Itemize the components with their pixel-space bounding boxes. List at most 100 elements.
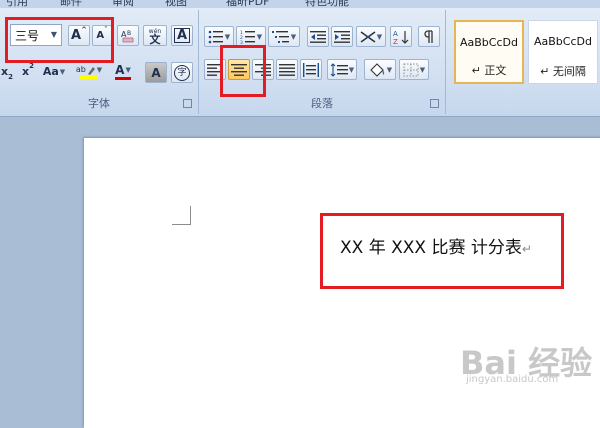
subscript-label: x <box>1 65 9 78</box>
ribbon: 引用 邮件 审阅 视图 福昕PDF 特色功能 三号 ▼ A ^ Aˇ A B wé… <box>0 0 600 117</box>
character-border-label: A <box>173 28 191 43</box>
highlighter-label: ab <box>75 64 86 74</box>
chevron-down-icon: ▼ <box>386 65 393 74</box>
bullet-list-icon <box>208 30 223 43</box>
baidu-watermark-url: jingyan.baidu.com <box>466 374 559 385</box>
phonetic-char: 文 <box>149 32 161 46</box>
chinese-layout-button[interactable]: ▼ <box>356 26 386 47</box>
superscript-label: x <box>22 65 30 78</box>
document-title-text: XX 年 XXX 比赛 计分表 <box>340 238 522 258</box>
line-spacing-icon <box>330 62 348 77</box>
superscript-button[interactable]: x2 <box>18 61 38 82</box>
style-sample-text: AaBbCcDd <box>460 36 518 49</box>
superscript-2-icon: 2 <box>29 62 34 70</box>
tab-foxit-pdf[interactable]: 福昕PDF <box>226 0 269 8</box>
grow-font-button[interactable]: A ^ <box>68 25 90 46</box>
font-color-button[interactable]: A ▼ <box>108 61 138 82</box>
align-left-button[interactable] <box>204 59 226 80</box>
font-dialog-launcher-icon[interactable] <box>183 99 192 108</box>
highlighter-pen-icon <box>87 66 95 75</box>
phonetic-guide-button[interactable]: wén 文 <box>143 25 167 46</box>
chinese-layout-icon <box>360 30 376 43</box>
character-shading-button[interactable]: A <box>145 62 167 83</box>
eraser-icon: A B <box>121 30 134 42</box>
align-right-icon <box>255 63 271 76</box>
tab-review[interactable]: 审阅 <box>112 0 134 8</box>
distributed-align-icon <box>303 62 319 77</box>
numbering-button[interactable]: 1 2 3 ▼ <box>236 26 266 47</box>
grow-font-label: A <box>71 28 82 43</box>
ribbon-tab-strip: 引用 邮件 审阅 视图 福昕PDF 特色功能 <box>0 0 600 8</box>
chevron-down-icon: ▼ <box>376 32 383 41</box>
pilcrow-icon <box>424 29 433 43</box>
paragraph-group: ▼ 1 2 3 ▼ ▼ ▼ A Z ▼ ▼ ▼ 段落 <box>199 10 446 114</box>
enclose-label: 字 <box>174 64 190 81</box>
bullets-button[interactable]: ▼ <box>204 26 234 47</box>
shrink-font-button[interactable]: Aˇ <box>92 25 112 46</box>
increase-indent-icon <box>334 30 350 43</box>
style-name: ↵ 正文 <box>471 64 507 77</box>
subscript-2-icon: 2 <box>8 73 13 81</box>
multilevel-list-icon <box>271 30 289 43</box>
font-color-swatch <box>115 76 131 80</box>
svg-text:Z: Z <box>393 38 398 45</box>
distributed-align-button[interactable] <box>300 59 322 80</box>
paragraph-group-label: 段落 <box>311 97 333 110</box>
chevron-down-icon: ▼ <box>290 32 297 41</box>
chevron-down-icon: ▼ <box>96 65 103 74</box>
increase-indent-button[interactable] <box>331 26 353 47</box>
align-center-button[interactable] <box>228 59 250 80</box>
shading-button[interactable]: ▼ <box>364 59 396 80</box>
justify-icon <box>279 63 295 76</box>
document-title[interactable]: XX 年 XXX 比赛 计分表↵ <box>340 233 532 258</box>
clear-formatting-button[interactable]: A B <box>117 25 139 46</box>
chevron-down-icon: ▼ <box>419 65 426 74</box>
shrink-font-label: A <box>96 30 105 41</box>
numbered-list-icon: 1 2 3 <box>240 30 255 44</box>
tab-view[interactable]: 视图 <box>165 0 187 8</box>
paint-bucket-icon <box>370 62 384 77</box>
character-border-button[interactable]: A <box>171 25 193 46</box>
enclose-characters-button[interactable]: 字 <box>171 62 193 83</box>
style-no-spacing[interactable]: AaBbCcDd ↵ 无间隔 <box>528 20 598 84</box>
tab-special-features[interactable]: 特色功能 <box>305 0 349 8</box>
font-size-combo[interactable]: 三号 ▼ <box>10 24 62 46</box>
highlight-color-swatch <box>80 75 98 79</box>
multilevel-list-button[interactable]: ▼ <box>268 26 300 47</box>
chevron-down-icon: ▼ <box>256 32 263 41</box>
align-center-icon <box>231 63 247 76</box>
tab-mailings[interactable]: 邮件 <box>60 0 82 8</box>
borders-button[interactable]: ▼ <box>399 59 429 80</box>
chevron-down-icon: ▼ <box>50 30 58 39</box>
chevron-down-icon: ▼ <box>59 67 66 76</box>
change-case-button[interactable]: Aa ▼ <box>40 61 68 82</box>
style-name: ↵ 无间隔 <box>540 65 586 78</box>
subscript-button[interactable]: x2 <box>0 61 16 82</box>
tab-references[interactable]: 引用 <box>6 0 28 8</box>
caret-up-icon: ^ <box>81 26 87 34</box>
caret-down-icon: ˇ <box>104 26 108 34</box>
justify-button[interactable] <box>276 59 298 80</box>
style-normal[interactable]: AaBbCcDd ↵ 正文 <box>454 20 524 84</box>
border-icon <box>403 63 419 76</box>
sort-button[interactable]: A Z <box>390 26 412 47</box>
show-hide-marks-button[interactable] <box>418 26 440 47</box>
change-case-label: Aa <box>42 65 59 78</box>
font-group-label: 字体 <box>88 97 110 110</box>
style-sample-text: AaBbCcDd <box>534 35 592 48</box>
svg-text:A: A <box>393 30 398 38</box>
text-highlight-button[interactable]: ab ▼ <box>72 61 106 82</box>
line-spacing-button[interactable]: ▼ <box>327 59 357 80</box>
align-right-button[interactable] <box>252 59 274 80</box>
font-color-label: A <box>115 62 125 77</box>
decrease-indent-button[interactable] <box>307 26 329 47</box>
svg-text:3: 3 <box>240 40 243 44</box>
chevron-down-icon: ▼ <box>348 65 355 74</box>
character-shading-label: A <box>151 65 161 80</box>
svg-text:B: B <box>127 30 131 37</box>
paragraph-dialog-launcher-icon[interactable] <box>430 99 439 108</box>
font-size-value: 三号 <box>15 28 40 43</box>
chevron-down-icon: ▼ <box>224 32 231 41</box>
styles-group: AaBbCcDd ↵ 正文 AaBbCcDd ↵ 无间隔 <box>446 10 600 114</box>
chevron-down-icon: ▼ <box>125 65 131 74</box>
